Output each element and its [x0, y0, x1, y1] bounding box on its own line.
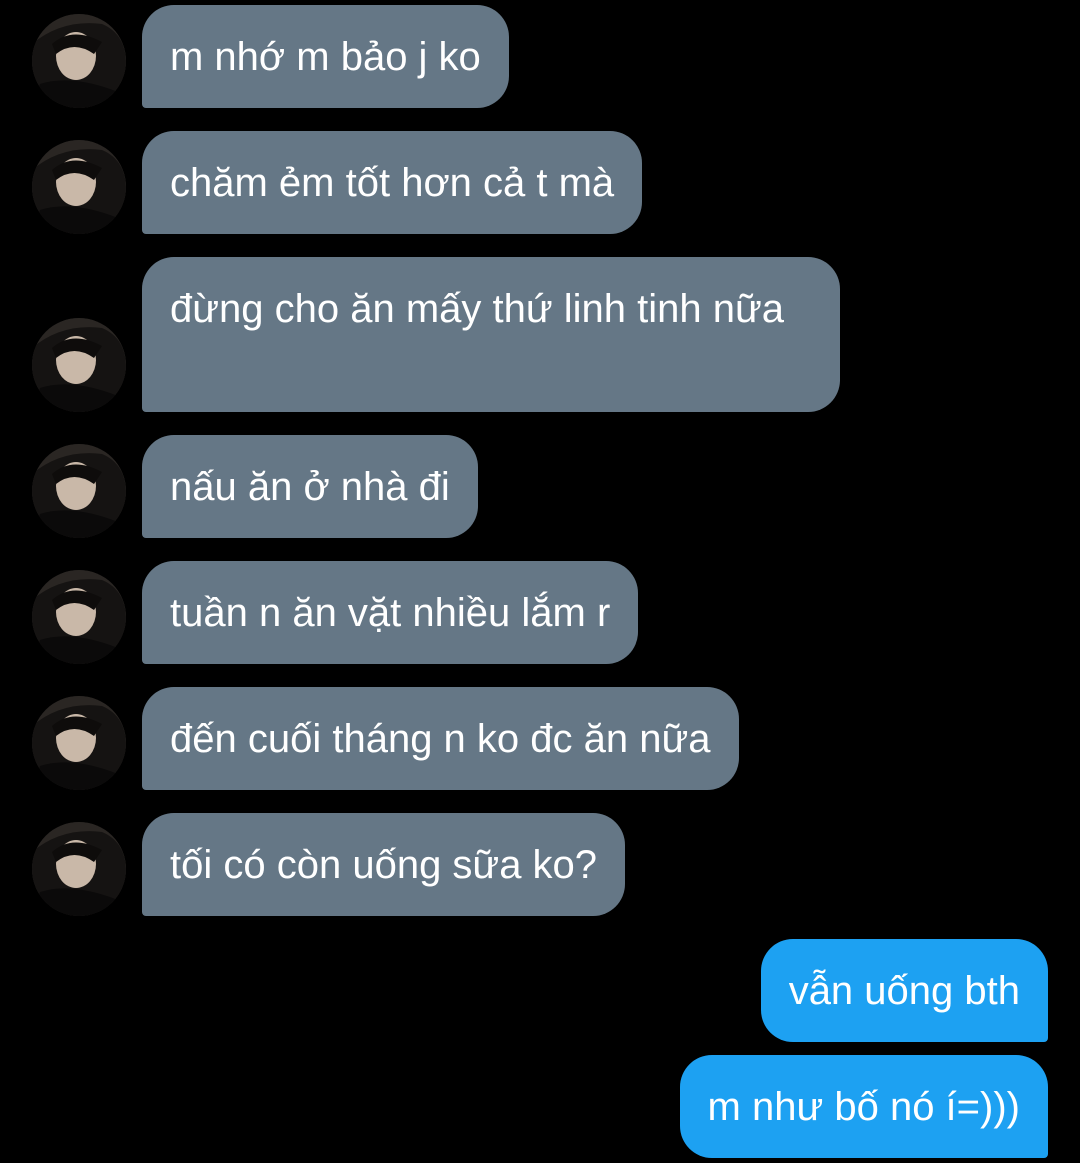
contact-avatar[interactable]: [32, 696, 126, 790]
contact-avatar[interactable]: [32, 444, 126, 538]
incoming-message-bubble[interactable]: tối có còn uống sữa ko?: [142, 813, 626, 916]
contact-avatar[interactable]: [32, 140, 126, 234]
contact-avatar[interactable]: [32, 14, 126, 108]
avatar-photo-icon: [32, 140, 126, 234]
avatar-photo-icon: [32, 822, 126, 916]
incoming-message-bubble[interactable]: đừng cho ăn mấy thứ linh tinh nữa: [142, 257, 840, 412]
incoming-message-bubble[interactable]: đến cuối tháng n ko đc ăn nữa: [142, 687, 739, 790]
contact-avatar[interactable]: [32, 570, 126, 664]
outgoing-message-bubble[interactable]: m như bố nó í=))): [679, 1055, 1048, 1158]
avatar-photo-icon: [32, 570, 126, 664]
avatar-photo-icon: [32, 696, 126, 790]
contact-avatar[interactable]: [32, 318, 126, 412]
avatar-photo-icon: [32, 318, 126, 412]
incoming-message-bubble[interactable]: tuần n ăn vặt nhiều lắm r: [142, 561, 639, 664]
chat-thread: m nhớ m bảo j ko chăm ẻm tốt hơn cả t mà…: [0, 0, 1080, 1163]
incoming-message-bubble[interactable]: nấu ăn ở nhà đi: [142, 435, 478, 538]
avatar-photo-icon: [32, 444, 126, 538]
incoming-message-bubble[interactable]: chăm ẻm tốt hơn cả t mà: [142, 131, 643, 234]
outgoing-message-bubble[interactable]: vẫn uống bth: [760, 939, 1048, 1042]
avatar-photo-icon: [32, 14, 126, 108]
incoming-message-bubble[interactable]: m nhớ m bảo j ko: [142, 5, 509, 108]
contact-avatar[interactable]: [32, 822, 126, 916]
